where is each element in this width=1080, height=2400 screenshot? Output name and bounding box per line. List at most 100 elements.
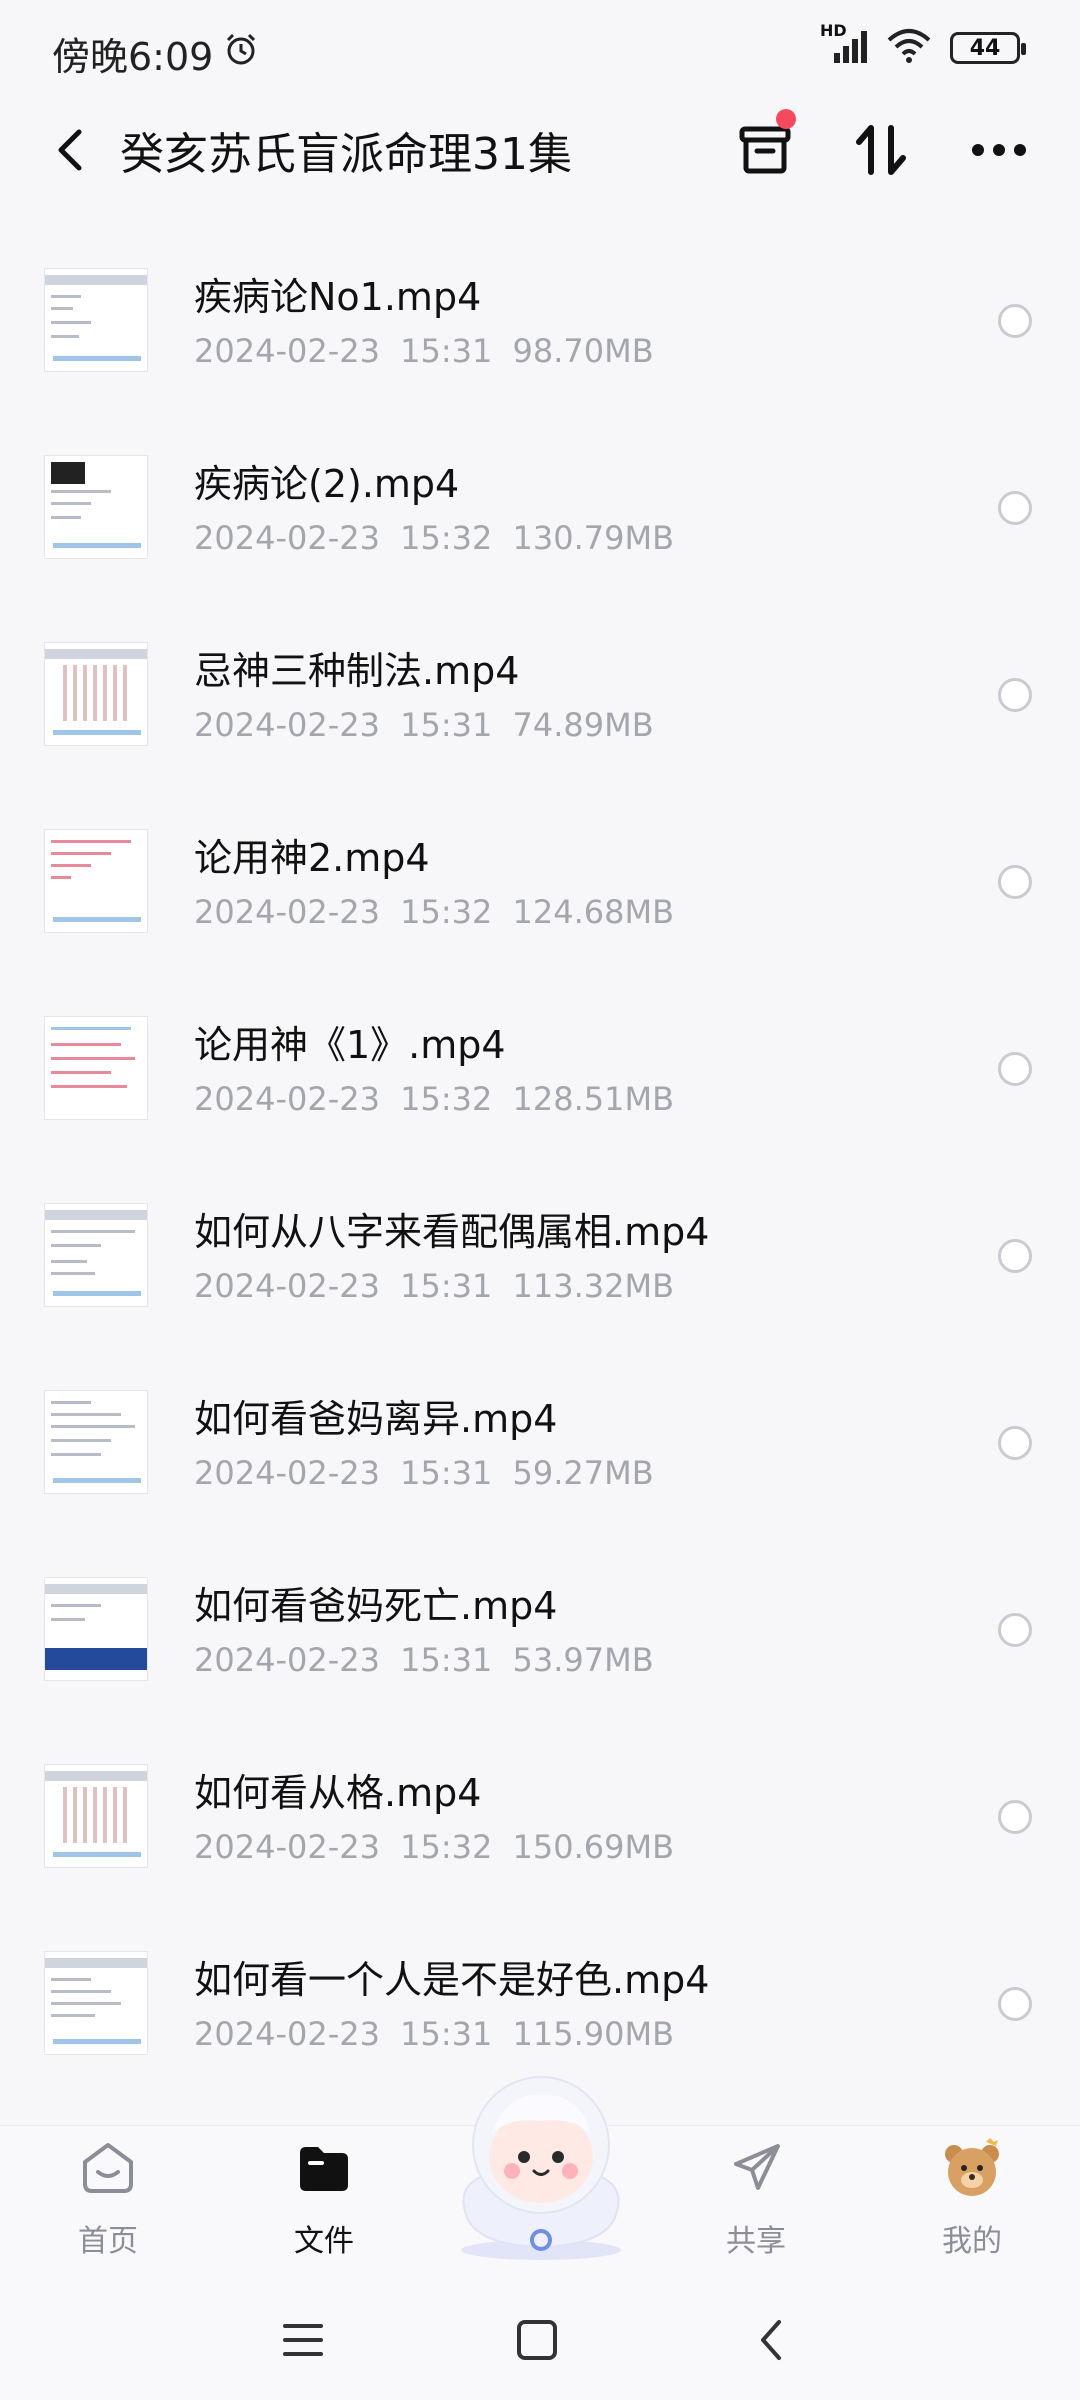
file-meta: 2024-02-23 15:31 98.70MB (194, 332, 654, 370)
select-radio[interactable] (998, 1800, 1032, 1834)
folder-icon (292, 2136, 356, 2200)
paper-plane-icon (724, 2136, 788, 2200)
more-dots-icon (972, 144, 1026, 156)
file-size: 113.32MB (512, 1267, 675, 1305)
status-icons: HD 44 (820, 21, 1026, 68)
menu-icon (283, 2324, 323, 2356)
file-time: 15:31 (400, 332, 493, 370)
page-title: 癸亥苏氏盲派命理31集 (120, 129, 572, 180)
sort-button[interactable] (846, 115, 916, 185)
nav-mine-label: 我的 (942, 2224, 1002, 2259)
nav-mine[interactable]: 我的 (902, 2136, 1042, 2260)
file-date: 2024-02-23 (194, 1080, 380, 1118)
file-size: 150.69MB (512, 1828, 675, 1866)
wifi-icon (886, 28, 932, 68)
system-nav-bar (0, 2285, 1080, 2400)
header: 癸亥苏氏盲派命理31集 (0, 100, 1080, 200)
file-date: 2024-02-23 (194, 1641, 380, 1679)
file-size: 128.51MB (512, 1080, 675, 1118)
video-thumbnail (44, 1390, 148, 1494)
assistant-mascot-button[interactable] (436, 2065, 646, 2265)
select-radio[interactable] (998, 678, 1032, 712)
file-row[interactable]: 如何从八字来看配偶属相.mp4 2024-02-23 15:31 113.32M… (0, 1165, 1080, 1352)
file-row[interactable]: 如何看从格.mp4 2024-02-23 15:32 150.69MB (0, 1726, 1080, 1913)
select-radio[interactable] (998, 865, 1032, 899)
file-size: 59.27MB (512, 1454, 654, 1492)
file-meta: 2024-02-23 15:31 59.27MB (194, 1454, 654, 1492)
file-meta: 2024-02-23 15:32 128.51MB (194, 1080, 674, 1118)
video-thumbnail (44, 1764, 148, 1868)
video-thumbnail (44, 829, 148, 933)
file-time: 15:31 (400, 1267, 493, 1305)
file-time: 15:31 (400, 706, 493, 744)
file-name: 如何看从格.mp4 (194, 1771, 482, 1815)
file-date: 2024-02-23 (194, 1267, 380, 1305)
file-meta: 2024-02-23 15:32 130.79MB (194, 519, 674, 557)
file-date: 2024-02-23 (194, 706, 380, 744)
file-size: 124.68MB (512, 893, 675, 931)
back-button[interactable] (40, 120, 100, 180)
nav-share[interactable]: 共享 (686, 2136, 826, 2260)
file-date: 2024-02-23 (194, 332, 380, 370)
file-row[interactable]: 论用神《1》.mp4 2024-02-23 15:32 128.51MB (0, 978, 1080, 1165)
file-time: 15:31 (400, 1641, 493, 1679)
file-name: 疾病论(2).mp4 (194, 462, 460, 506)
select-radio[interactable] (998, 491, 1032, 525)
chevron-left-icon (58, 129, 82, 171)
select-radio[interactable] (998, 1052, 1032, 1086)
select-radio[interactable] (998, 1613, 1032, 1647)
status-time: 傍晚6:09 (52, 26, 259, 81)
video-thumbnail (44, 455, 148, 559)
file-row[interactable]: 论用神2.mp4 2024-02-23 15:32 124.68MB (0, 791, 1080, 978)
video-thumbnail (44, 642, 148, 746)
file-time: 15:32 (400, 519, 493, 557)
transfer-list-button[interactable] (730, 109, 800, 185)
nav-files[interactable]: 文件 (254, 2136, 394, 2260)
hd-label: HD (820, 21, 847, 40)
system-back-button[interactable] (741, 2310, 801, 2370)
file-meta: 2024-02-23 15:32 150.69MB (194, 1828, 674, 1866)
nav-home-label: 首页 (78, 2224, 138, 2259)
select-radio[interactable] (998, 304, 1032, 338)
file-name: 如何从八字来看配偶属相.mp4 (194, 1210, 710, 1254)
chevron-left-icon (761, 2320, 781, 2360)
file-time: 15:32 (400, 1828, 493, 1866)
sort-icon (856, 125, 906, 175)
battery-icon: 44 (950, 32, 1026, 64)
file-date: 2024-02-23 (194, 1454, 380, 1492)
file-time: 15:31 (400, 1454, 493, 1492)
box-icon (739, 126, 791, 174)
file-meta: 2024-02-23 15:31 53.97MB (194, 1641, 654, 1679)
more-button[interactable] (964, 115, 1034, 185)
video-thumbnail (44, 1016, 148, 1120)
select-radio[interactable] (998, 1239, 1032, 1273)
home-icon (76, 2136, 140, 2200)
file-size: 130.79MB (512, 519, 675, 557)
file-size: 115.90MB (512, 2015, 675, 2053)
file-date: 2024-02-23 (194, 2015, 380, 2053)
file-date: 2024-02-23 (194, 1828, 380, 1866)
file-row[interactable]: 疾病论(2).mp4 2024-02-23 15:32 130.79MB (0, 417, 1080, 604)
nav-share-label: 共享 (726, 2224, 786, 2259)
select-radio[interactable] (998, 1987, 1032, 2021)
nav-home[interactable]: 首页 (38, 2136, 178, 2260)
cell-signal-icon: HD (820, 21, 868, 67)
bear-avatar-icon (940, 2136, 1004, 2200)
video-thumbnail (44, 1203, 148, 1307)
file-meta: 2024-02-23 15:31 113.32MB (194, 1267, 674, 1305)
file-date: 2024-02-23 (194, 893, 380, 931)
file-row[interactable]: 如何看爸妈离异.mp4 2024-02-23 15:31 59.27MB (0, 1352, 1080, 1539)
file-row[interactable]: 疾病论No1.mp4 2024-02-23 15:31 98.70MB (0, 230, 1080, 417)
file-list: 疾病论No1.mp4 2024-02-23 15:31 98.70MB 疾病论(… (0, 230, 1080, 2100)
file-meta: 2024-02-23 15:31 74.89MB (194, 706, 654, 744)
file-meta: 2024-02-23 15:31 115.90MB (194, 2015, 674, 2053)
file-name: 疾病论No1.mp4 (194, 275, 482, 319)
system-home-button[interactable] (507, 2310, 567, 2370)
video-thumbnail (44, 1577, 148, 1681)
select-radio[interactable] (998, 1426, 1032, 1460)
file-row[interactable]: 忌神三种制法.mp4 2024-02-23 15:31 74.89MB (0, 604, 1080, 791)
system-menu-button[interactable] (273, 2310, 333, 2370)
file-row[interactable]: 如何看爸妈死亡.mp4 2024-02-23 15:31 53.97MB (0, 1539, 1080, 1726)
file-date: 2024-02-23 (194, 519, 380, 557)
file-name: 如何看一个人是不是好色.mp4 (194, 1958, 710, 2002)
